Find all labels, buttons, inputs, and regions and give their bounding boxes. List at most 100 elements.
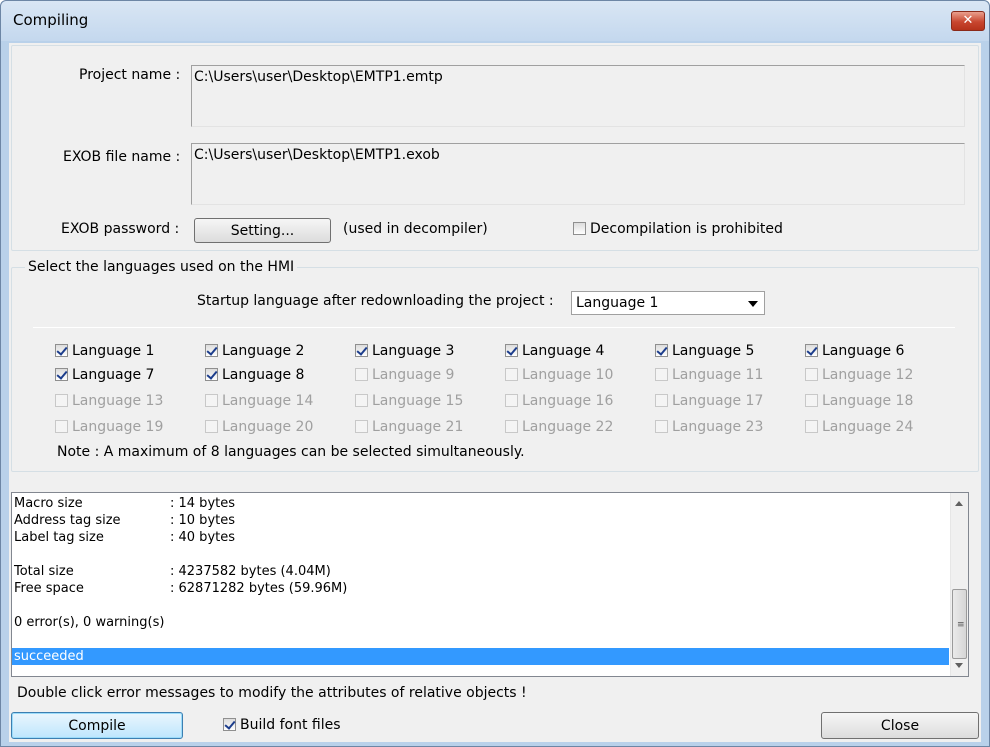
log-key: 0 error(s), 0 warning(s): [14, 615, 165, 630]
window-title: Compiling: [13, 11, 89, 29]
checkbox-icon: [355, 344, 368, 357]
checkbox-icon: [655, 344, 668, 357]
language-label: Language 18: [822, 393, 914, 409]
log-line-selected[interactable]: succeeded: [12, 648, 949, 665]
checkbox-icon: [205, 344, 218, 357]
checkbox-icon: [205, 368, 218, 381]
exob-password-label: EXOB password :: [61, 221, 180, 237]
checkbox-icon: [655, 420, 668, 433]
language-checkbox: Language 11: [655, 365, 763, 385]
language-checkbox[interactable]: Language 8: [205, 365, 304, 385]
checkbox-icon: [55, 368, 68, 381]
log-line[interactable]: 0 error(s), 0 warning(s): [14, 614, 164, 631]
language-checkbox: Language 14: [205, 391, 313, 411]
setting-button[interactable]: Setting...: [194, 218, 331, 243]
log-key: Free space: [14, 581, 84, 596]
log-key: Address tag size: [14, 513, 121, 528]
languages-note: Note : A maximum of 8 languages can be s…: [57, 444, 525, 460]
language-checkbox: Language 9: [355, 365, 454, 385]
used-in-decompiler-note: (used in decompiler): [343, 221, 488, 237]
language-label: Language 14: [222, 393, 314, 409]
language-checkbox: Language 18: [805, 391, 913, 411]
checkbox-icon: [805, 344, 818, 357]
exob-file-name-label: EXOB file name :: [63, 149, 181, 165]
log-line[interactable]: Label tag size: 40 bytes: [14, 529, 235, 546]
decompilation-prohibited-checkbox[interactable]: Decompilation is prohibited: [573, 219, 783, 239]
checkbox-icon: [223, 718, 236, 731]
title-bar[interactable]: Compiling ✕: [1, 1, 989, 41]
compile-log[interactable]: Macro size: 14 bytes Address tag size : 10…: [11, 492, 969, 677]
dialog-client-area: Project name : C:\Users\user\Desktop\EMT…: [9, 43, 981, 742]
log-value: : 4237582 bytes (4.04M): [170, 564, 331, 579]
close-icon[interactable]: ✕: [951, 11, 985, 31]
language-label: Language 7: [72, 367, 155, 383]
language-label: Language 1: [72, 343, 155, 359]
build-font-files-checkbox[interactable]: Build font files: [223, 715, 341, 735]
language-label: Language 21: [372, 419, 464, 435]
checkbox-icon: [805, 394, 818, 407]
compile-button[interactable]: Compile: [11, 712, 183, 739]
checkbox-icon: [505, 420, 518, 433]
scroll-up-icon[interactable]: [955, 501, 963, 506]
checkbox-icon: [55, 420, 68, 433]
log-line[interactable]: Address tag size : 10 bytes: [14, 512, 235, 529]
language-checkbox[interactable]: Language 2: [205, 341, 304, 361]
language-label: Language 16: [522, 393, 614, 409]
exob-file-name-field[interactable]: C:\Users\user\Desktop\EMTP1.exob: [191, 143, 965, 205]
log-line[interactable]: Macro size: 14 bytes: [14, 495, 235, 512]
language-checkbox: Language 12: [805, 365, 913, 385]
language-checkbox[interactable]: Language 1: [55, 341, 154, 361]
language-checkbox: Language 16: [505, 391, 613, 411]
startup-language-select[interactable]: Language 1: [571, 291, 765, 315]
close-button[interactable]: Close: [821, 712, 979, 739]
startup-language-label: Startup language after redownloading the…: [197, 293, 554, 309]
language-checkbox[interactable]: Language 4: [505, 341, 604, 361]
project-name-field[interactable]: C:\Users\user\Desktop\EMTP1.emtp: [191, 65, 965, 127]
language-label: Language 15: [372, 393, 464, 409]
languages-divider: [33, 327, 955, 328]
log-key: succeeded: [14, 649, 84, 664]
log-value: : 14 bytes: [170, 496, 235, 511]
startup-language-value: Language 1: [576, 295, 659, 311]
log-line[interactable]: Total size: 4237582 bytes (4.04M): [14, 563, 331, 580]
language-label: Language 4: [522, 343, 605, 359]
language-label: Language 22: [522, 419, 614, 435]
language-label: Language 8: [222, 367, 305, 383]
checkbox-icon: [205, 420, 218, 433]
language-checkbox[interactable]: Language 6: [805, 341, 904, 361]
language-checkbox[interactable]: Language 7: [55, 365, 154, 385]
checkbox-icon: [55, 394, 68, 407]
language-checkbox: Language 23: [655, 417, 763, 437]
language-checkbox: Language 10: [505, 365, 613, 385]
checkbox-icon: [655, 368, 668, 381]
language-label: Language 17: [672, 393, 764, 409]
log-scrollbar[interactable]: ≡: [950, 493, 968, 676]
checkbox-icon: [505, 368, 518, 381]
language-label: Language 9: [372, 367, 455, 383]
language-checkbox[interactable]: Language 5: [655, 341, 754, 361]
scroll-thumb[interactable]: ≡: [952, 589, 967, 659]
log-line[interactable]: Free space: 62871282 bytes (59.96M): [14, 580, 347, 597]
checkbox-icon: [805, 368, 818, 381]
build-font-files-label: Build font files: [240, 717, 341, 733]
log-value: : 10 bytes: [170, 513, 235, 528]
checkbox-icon: [805, 420, 818, 433]
language-checkbox: Language 13: [55, 391, 163, 411]
footer-hint: Double click error messages to modify th…: [17, 685, 527, 701]
checkbox-icon: [505, 344, 518, 357]
checkbox-icon: [355, 368, 368, 381]
grip-icon: ≡: [957, 620, 965, 630]
language-label: Language 13: [72, 393, 164, 409]
language-checkbox: Language 17: [655, 391, 763, 411]
language-checkbox[interactable]: Language 3: [355, 341, 454, 361]
log-value: : 40 bytes: [170, 530, 235, 545]
checkbox-icon: [355, 394, 368, 407]
language-label: Language 2: [222, 343, 305, 359]
scroll-down-icon[interactable]: [955, 663, 963, 668]
language-checkbox: Language 20: [205, 417, 313, 437]
checkbox-icon: [205, 394, 218, 407]
language-label: Language 23: [672, 419, 764, 435]
language-label: Language 20: [222, 419, 314, 435]
language-label: Language 24: [822, 419, 914, 435]
decompilation-prohibited-label: Decompilation is prohibited: [590, 221, 783, 237]
